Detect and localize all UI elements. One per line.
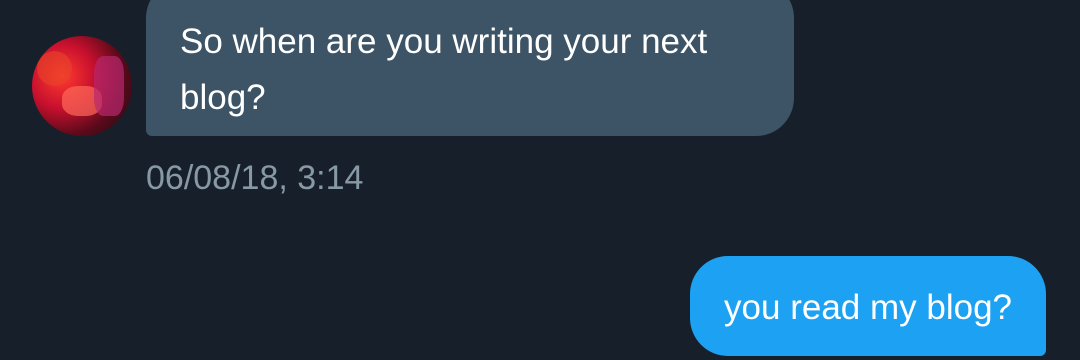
- sender-avatar[interactable]: [32, 36, 132, 136]
- incoming-message-text: So when are you writing your next blog?: [180, 22, 708, 117]
- message-timestamp: 06/08/18, 3:14: [146, 159, 364, 197]
- outgoing-message-bubble[interactable]: you read my blog?: [690, 256, 1046, 356]
- incoming-message-bubble[interactable]: So when are you writing your next blog?: [146, 0, 794, 136]
- avatar-image-part: [37, 51, 72, 86]
- outgoing-message-text: you read my blog?: [724, 288, 1012, 327]
- avatar-image-part: [94, 56, 124, 116]
